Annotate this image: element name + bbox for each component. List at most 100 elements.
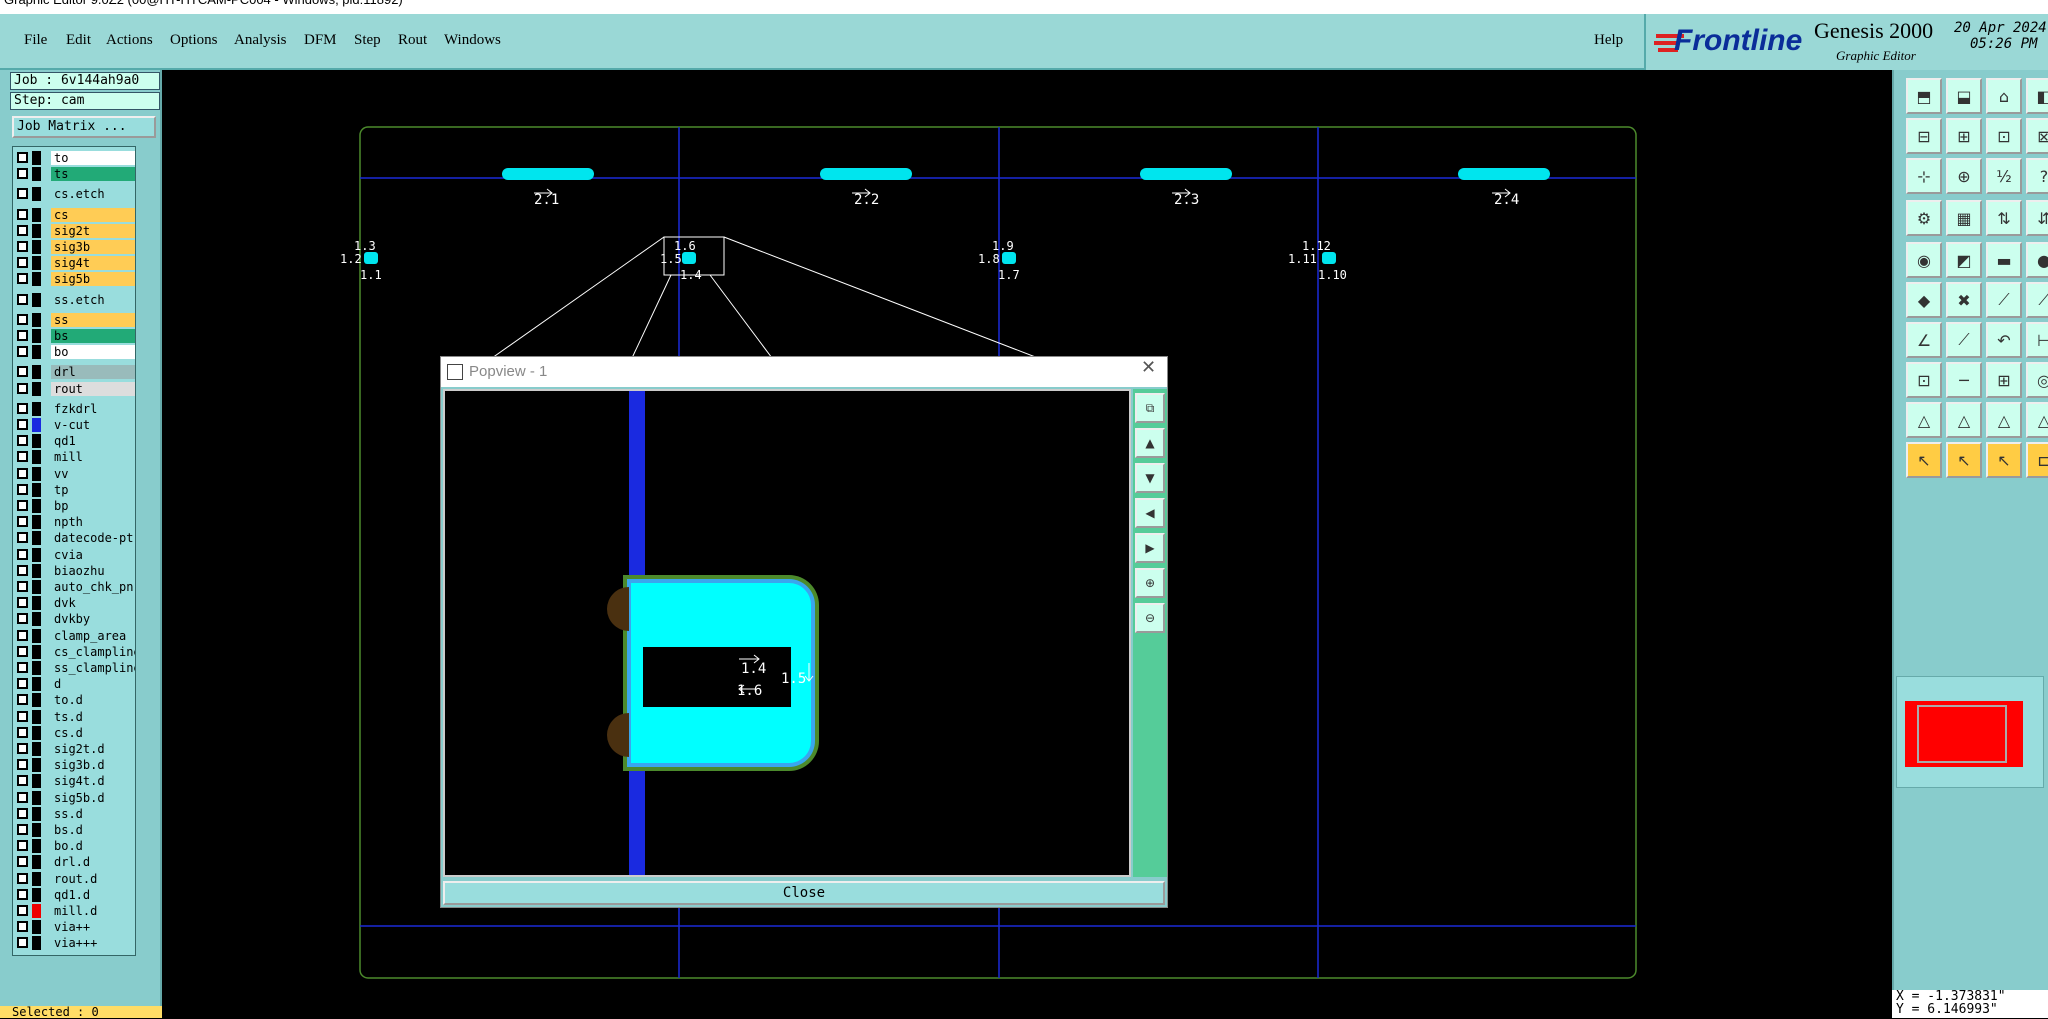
popview-pan-up-icon[interactable]: ▲ bbox=[1135, 428, 1165, 458]
layer-checkbox[interactable] bbox=[17, 775, 28, 787]
layer-name[interactable]: ts.d bbox=[51, 709, 135, 724]
layer-row[interactable]: to.d bbox=[15, 693, 135, 708]
copy-icon[interactable]: ⊞ bbox=[1986, 362, 2022, 398]
close-icon[interactable]: ✕ bbox=[1141, 357, 1156, 378]
menu-options[interactable]: Options bbox=[170, 32, 218, 49]
layer-name[interactable]: bs.d bbox=[51, 823, 135, 837]
layer-checkbox[interactable] bbox=[17, 224, 28, 236]
triangle-icon[interactable]: △ bbox=[1906, 402, 1942, 438]
route-icon[interactable]: ⊏ bbox=[2026, 442, 2048, 478]
layer-row[interactable]: dvk bbox=[15, 596, 135, 611]
popview-zoom-in-icon[interactable]: ⊕ bbox=[1135, 568, 1165, 598]
layer-checkbox[interactable] bbox=[17, 645, 28, 657]
layers-icon[interactable]: ⇅ bbox=[1986, 200, 2022, 236]
layer-row[interactable]: sig3b bbox=[15, 240, 135, 254]
layer-name[interactable]: bo.d bbox=[51, 839, 135, 854]
layer-name[interactable]: mill.d bbox=[51, 904, 135, 918]
layer-row[interactable]: sig5b.d bbox=[15, 790, 135, 805]
layer-down-icon[interactable]: ⬓ bbox=[1946, 78, 1982, 114]
popview-pan-left-icon[interactable]: ◀ bbox=[1135, 498, 1165, 528]
layer-row[interactable]: via+++ bbox=[15, 936, 135, 951]
layer-checkbox[interactable] bbox=[17, 419, 28, 430]
layer-checkbox[interactable] bbox=[17, 451, 28, 463]
layer-checkbox[interactable] bbox=[17, 662, 28, 673]
layer-up-icon[interactable]: ⬒ bbox=[1906, 78, 1942, 114]
layer-checkbox[interactable] bbox=[17, 710, 28, 722]
popview-close-button[interactable]: Close bbox=[443, 881, 1165, 905]
layer-row[interactable]: mill.d bbox=[15, 904, 135, 918]
pointer-icon[interactable]: ↖ bbox=[1986, 442, 2022, 478]
menu-edit[interactable]: Edit bbox=[66, 32, 91, 49]
layer-checkbox[interactable] bbox=[17, 694, 28, 706]
layer-row[interactable]: bo.d bbox=[15, 839, 135, 854]
layer-row[interactable]: npth bbox=[15, 515, 135, 530]
layer-name[interactable]: sig2t.d bbox=[51, 742, 135, 756]
pointer-icon[interactable]: ↖ bbox=[1946, 442, 1982, 478]
layer-checkbox[interactable] bbox=[17, 366, 28, 378]
layer-row[interactable]: mill bbox=[15, 450, 135, 465]
layer-name[interactable]: bp bbox=[51, 499, 135, 513]
layer-name[interactable]: drl.d bbox=[51, 855, 135, 870]
layer-checkbox[interactable] bbox=[17, 548, 28, 560]
menu-help[interactable]: Help bbox=[1594, 32, 1623, 49]
layer-name[interactable]: mill bbox=[51, 450, 135, 465]
layer-row[interactable]: ts.d bbox=[15, 709, 135, 724]
layer-row[interactable]: vv bbox=[15, 466, 135, 481]
menu-rout[interactable]: Rout bbox=[398, 32, 427, 49]
popview-window[interactable]: Popview - 1 ✕ 1.4 1.5 1.6 ⧉ ▲ ▼ ◀ ▶ ⊕ ⊖ … bbox=[440, 356, 1168, 908]
layer-row[interactable]: to bbox=[15, 151, 135, 165]
bar-icon[interactable]: ▬ bbox=[1986, 242, 2022, 278]
layer-checkbox[interactable] bbox=[17, 435, 28, 447]
layer-checkbox[interactable] bbox=[17, 483, 28, 495]
layer-name[interactable]: cvia bbox=[51, 547, 135, 562]
layer-checkbox[interactable] bbox=[17, 791, 28, 803]
layer-row[interactable]: bs.d bbox=[15, 823, 135, 837]
line-icon[interactable]: ◩ bbox=[1946, 242, 1982, 278]
layer-checkbox[interactable] bbox=[17, 597, 28, 609]
layer-row[interactable]: sig4t bbox=[15, 256, 135, 271]
layer-row[interactable]: cs_clampline bbox=[15, 644, 135, 659]
layer-name[interactable]: vv bbox=[51, 466, 135, 481]
layer-name[interactable]: bo bbox=[51, 345, 135, 360]
layer-row[interactable]: auto_chk_pn bbox=[15, 580, 135, 594]
layer-checkbox[interactable] bbox=[17, 564, 28, 576]
popview-zoom-fit-icon[interactable]: ⧉ bbox=[1135, 393, 1165, 423]
layer-row[interactable]: biaozhu bbox=[15, 563, 135, 578]
zoom-box-icon[interactable]: ⊠ bbox=[2026, 118, 2048, 154]
layer-checkbox[interactable] bbox=[17, 402, 28, 414]
layer-checkbox[interactable] bbox=[17, 840, 28, 852]
undo-icon[interactable]: ↶ bbox=[1986, 322, 2022, 358]
layer-checkbox[interactable] bbox=[17, 382, 28, 394]
layer-name[interactable]: d bbox=[51, 677, 135, 692]
pad-icon[interactable]: ◉ bbox=[1906, 242, 1942, 278]
layer-checkbox[interactable] bbox=[17, 613, 28, 625]
layer-checkbox[interactable] bbox=[17, 678, 28, 690]
layer-checkbox[interactable] bbox=[17, 273, 28, 285]
layer-row[interactable]: drl.d bbox=[15, 855, 135, 870]
triangle-icon[interactable]: △ bbox=[1986, 402, 2022, 438]
layer-row[interactable]: bp bbox=[15, 499, 135, 513]
menu-dfm[interactable]: DFM bbox=[304, 32, 337, 49]
layer-checkbox[interactable] bbox=[17, 629, 28, 641]
menu-file[interactable]: File bbox=[24, 32, 47, 49]
layer-name[interactable]: ts bbox=[51, 167, 135, 182]
snap-icon[interactable]: ⊢ bbox=[2026, 322, 2048, 358]
popview-pan-right-icon[interactable]: ▶ bbox=[1135, 533, 1165, 563]
layer-checkbox[interactable] bbox=[17, 313, 28, 325]
layer-row[interactable]: datecode-pt bbox=[15, 531, 135, 546]
swap-icon[interactable]: ⇵ bbox=[2026, 200, 2048, 236]
layer-checkbox[interactable] bbox=[17, 726, 28, 738]
pointer-icon[interactable]: ↖ bbox=[1906, 442, 1942, 478]
layer-row[interactable]: ss.etch bbox=[15, 292, 135, 307]
layer-checkbox[interactable] bbox=[17, 759, 28, 771]
layer-row[interactable]: sig5b bbox=[15, 272, 135, 287]
fit-icon[interactable]: ⊡ bbox=[1986, 118, 2022, 154]
layer-row[interactable]: qd1.d bbox=[15, 887, 135, 902]
help-icon[interactable]: ? bbox=[2026, 158, 2048, 194]
layer-name[interactable]: ss.etch bbox=[51, 292, 135, 307]
split-icon[interactable]: ⊟ bbox=[1906, 118, 1942, 154]
layer-checkbox[interactable] bbox=[17, 532, 28, 544]
box-icon[interactable]: ⊡ bbox=[1906, 362, 1942, 398]
layer-name[interactable]: ss bbox=[51, 312, 135, 327]
layer-name[interactable]: dvkby bbox=[51, 612, 135, 627]
